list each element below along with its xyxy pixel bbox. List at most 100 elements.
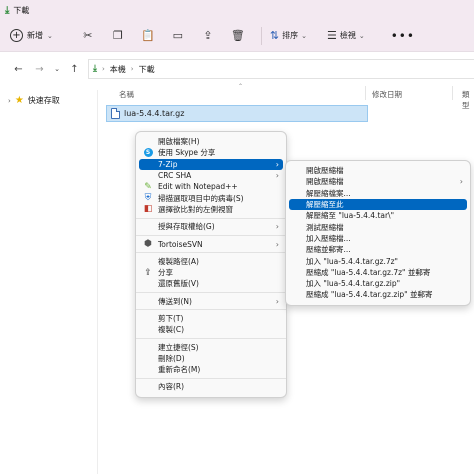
menu-item[interactable]: 解壓縮至此 xyxy=(289,198,467,211)
column-divider[interactable] xyxy=(365,86,366,100)
menu-item[interactable]: 開啟壓縮檔 xyxy=(286,165,470,176)
menu-item[interactable]: 解壓縮至 "lua-5.4.4.tar\" xyxy=(286,210,470,221)
forward-button[interactable]: → xyxy=(29,64,50,75)
menu-item[interactable]: 壓縮成 "lua-5.4.4.tar.gz.zip" 並郵寄 xyxy=(286,289,470,300)
more-options-button[interactable]: ••• xyxy=(391,29,415,43)
context-menu: 開啟檔案(H) S 使用 Skype 分享 7-Zip › CRC SHA › ✎ Edit w… xyxy=(135,131,287,398)
menu-item[interactable]: 重新命名(M) xyxy=(136,364,286,375)
menu-item[interactable]: 解壓縮檔案... xyxy=(286,188,470,199)
menu-item-icon-slot: ✎ xyxy=(143,182,153,192)
menu-divider xyxy=(136,377,286,379)
new-button[interactable]: + 新增 ⌄ xyxy=(10,29,53,42)
sort-icon: ⇅ xyxy=(269,29,280,42)
menu-divider xyxy=(136,337,286,339)
menu-item[interactable]: 7-Zip › xyxy=(139,158,283,170)
column-divider[interactable] xyxy=(452,86,453,100)
menu-item[interactable]: 加入壓縮檔... xyxy=(286,233,470,244)
menu-item[interactable]: 加入 "lua-5.4.4.tar.gz.7z" xyxy=(286,255,470,266)
column-type[interactable]: 類型 xyxy=(462,89,474,111)
menu-item-label: 傳送到(N) xyxy=(158,296,192,306)
menu-item-icon-slot: ⬢ xyxy=(143,239,153,249)
menu-item-label: 開啟檔案(H) xyxy=(158,137,200,147)
column-modified[interactable]: 修改日期 xyxy=(372,89,402,100)
menu-item[interactable]: 傳送到(N) › xyxy=(136,296,286,307)
download-folder-icon: ⤓ xyxy=(5,4,10,16)
breadcrumb-separator-icon: › xyxy=(130,65,134,73)
copy-icon[interactable]: ❐ xyxy=(103,29,133,42)
chevron-right-icon[interactable]: › xyxy=(8,97,11,105)
breadcrumb-this-pc[interactable]: 本機 xyxy=(110,64,126,75)
menu-item[interactable]: ✎ Edit with Notepad++ xyxy=(136,181,286,192)
menu-divider xyxy=(136,217,286,219)
notepad-plus-plus-icon: ✎ xyxy=(144,181,152,192)
menu-item[interactable]: 開啟檔案(H) xyxy=(136,136,286,147)
menu-item[interactable]: 壓縮並郵寄... xyxy=(286,244,470,255)
menu-item-label: 開啟壓縮檔 xyxy=(306,166,344,176)
menu-divider xyxy=(136,252,286,254)
menu-item-label: 解壓縮檔案... xyxy=(306,188,351,198)
delete-icon[interactable]: 🗑 xyxy=(223,29,253,42)
menu-item[interactable]: ⛨ 掃描選取項目中的病毒(S) xyxy=(136,192,286,203)
chevron-right-icon: › xyxy=(459,177,463,187)
menu-item-label: 選擇欲比對的左側視窗 xyxy=(158,204,233,214)
sidebar-item-quick-access[interactable]: › ★ 快速存取 xyxy=(0,90,97,106)
menu-item[interactable]: 複製(C) xyxy=(136,324,286,335)
menu-item-label: 解壓縮至 "lua-5.4.4.tar\" xyxy=(306,211,395,221)
chevron-down-icon: ⌄ xyxy=(358,31,365,40)
menu-item[interactable]: 剪下(T) xyxy=(136,313,286,324)
menu-item-label: 授與存取權給(G) xyxy=(158,222,215,232)
cut-icon[interactable]: ✂ xyxy=(73,29,103,42)
menu-item[interactable]: S 使用 Skype 分享 xyxy=(136,147,286,158)
menu-item-label: 開啟壓縮檔 xyxy=(306,177,344,187)
menu-item-label: 複製路徑(A) xyxy=(158,256,199,266)
recent-locations-chevron-icon[interactable]: ⌄ xyxy=(50,65,64,73)
menu-item-label: 使用 Skype 分享 xyxy=(158,148,216,158)
sort-button[interactable]: ⇅ 排序 ⌄ xyxy=(270,29,307,42)
menu-item[interactable]: 加入 "lua-5.4.4.tar.gz.zip" xyxy=(286,278,470,289)
star-icon: ★ xyxy=(14,95,24,106)
menu-item[interactable]: 建立捷徑(S) xyxy=(136,341,286,352)
address-bar[interactable]: ⤓ › 本機 › 下載 xyxy=(88,59,474,79)
menu-item[interactable]: 壓縮成 "lua-5.4.4.tar.gz.7z" 並郵寄 xyxy=(286,267,470,278)
menu-item-icon-slot: ⛨ xyxy=(143,193,153,203)
navigation-pane: › ★ 快速存取 xyxy=(0,90,98,474)
menu-item[interactable]: 還原舊版(V) xyxy=(136,278,286,289)
column-header: ⌃ 名稱 修改日期 類型 xyxy=(112,83,474,110)
share-icon: ⇪ xyxy=(144,267,152,278)
menu-divider xyxy=(136,309,286,311)
paste-icon[interactable]: 📋 xyxy=(133,29,163,42)
menu-item-label: 壓縮並郵寄... xyxy=(306,245,351,255)
menu-item[interactable]: ⇪ 分享 xyxy=(136,267,286,278)
breadcrumb-downloads[interactable]: 下載 xyxy=(139,64,155,75)
menu-item[interactable]: 授與存取權給(G) › xyxy=(136,221,286,232)
menu-item[interactable]: 測試壓縮檔 xyxy=(286,221,470,232)
chevron-right-icon: › xyxy=(275,159,279,169)
menu-item-label: 分享 xyxy=(158,268,173,278)
menu-item[interactable]: 開啟壓縮檔 › xyxy=(286,176,470,187)
menu-item[interactable]: ◧ 選擇欲比對的左側視窗 xyxy=(136,204,286,215)
file-row-selected[interactable]: lua-5.4.4.tar.gz xyxy=(106,105,368,122)
menu-divider xyxy=(136,234,286,236)
skype-icon: S xyxy=(143,148,153,158)
view-button[interactable]: ☰ 檢視 ⌄ xyxy=(327,29,365,42)
menu-item-icon-slot: S xyxy=(143,148,153,158)
menu-item[interactable]: 內容(R) xyxy=(136,381,286,392)
menu-item[interactable]: ⬢ TortoiseSVN › xyxy=(136,238,286,249)
rename-icon[interactable]: ▭ xyxy=(163,29,193,42)
menu-item-label: 剪下(T) xyxy=(158,314,184,323)
up-button[interactable]: ↑ xyxy=(64,64,85,75)
column-name[interactable]: 名稱 xyxy=(119,89,134,100)
view-icon: ☰ xyxy=(326,29,337,42)
menu-item-label: 壓縮成 "lua-5.4.4.tar.gz.7z" 並郵寄 xyxy=(306,267,431,277)
share-icon[interactable]: ⇪ xyxy=(193,29,223,42)
chevron-down-icon: ⌄ xyxy=(301,31,307,40)
view-button-label: 檢視 xyxy=(339,31,356,40)
chevron-right-icon: › xyxy=(275,239,279,249)
menu-item-label: 複製(C) xyxy=(158,325,185,335)
menu-item[interactable]: CRC SHA › xyxy=(136,170,286,181)
back-button[interactable]: ← xyxy=(8,64,29,75)
menu-item-label: 加入壓縮檔... xyxy=(306,233,351,243)
menu-item[interactable]: 複製路徑(A) xyxy=(136,256,286,267)
file-icon xyxy=(111,108,120,119)
menu-item[interactable]: 刪除(D) xyxy=(136,353,286,364)
